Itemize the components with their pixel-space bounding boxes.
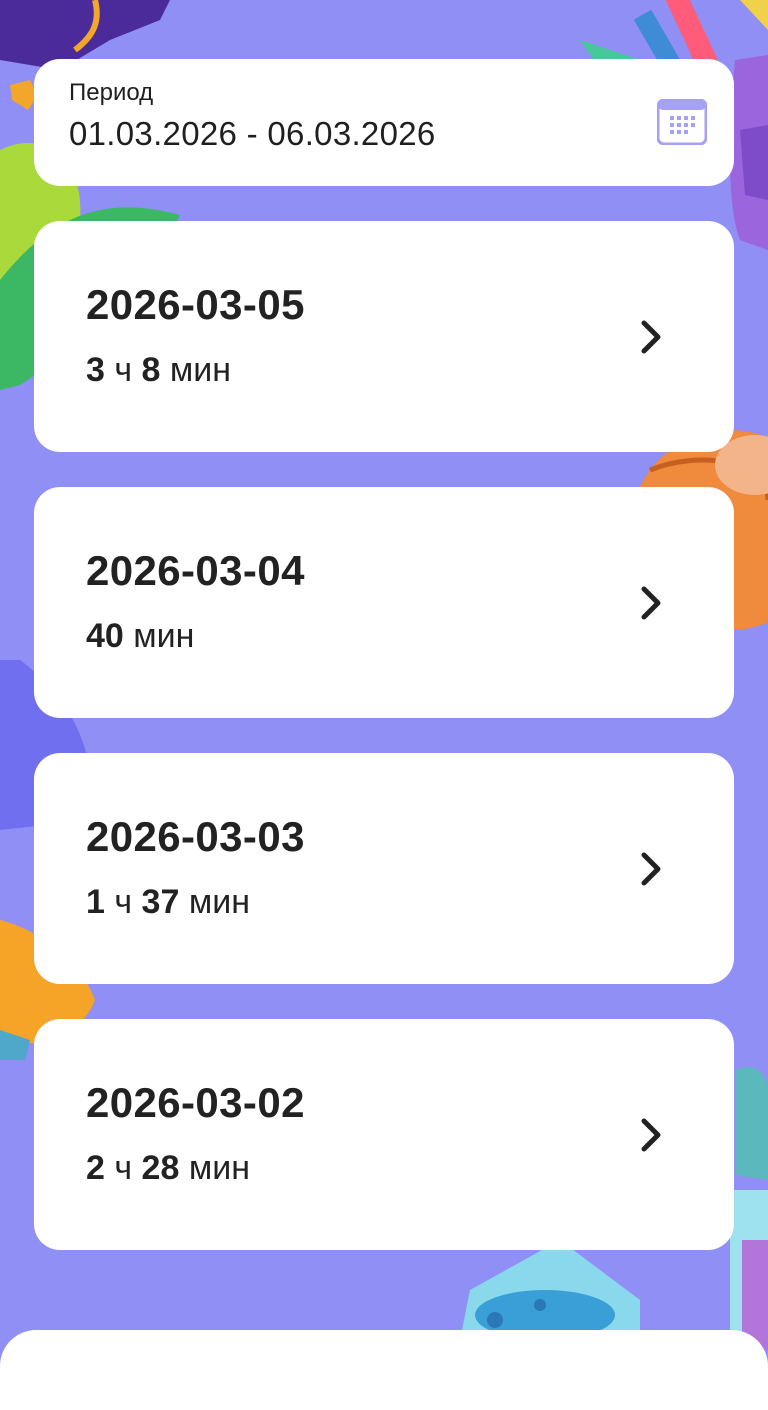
day-card[interactable]: 2026-03-04 40 мин: [34, 487, 734, 718]
duration-minutes-unit: мин: [188, 883, 250, 921]
duration-hours: 2: [86, 1149, 105, 1187]
duration-hours: 1: [86, 883, 105, 921]
day-date: 2026-03-05: [86, 281, 305, 328]
duration-minutes: 37: [141, 883, 180, 921]
day-date: 2026-03-03: [86, 813, 305, 860]
duration-hours: 3: [86, 351, 105, 389]
duration-hours-unit: ч: [114, 1149, 133, 1187]
period-label: Период: [69, 79, 154, 106]
bottom-card: [0, 1330, 768, 1410]
chevron-right-icon: [641, 320, 661, 354]
day-duration: 3 ч 8 мин: [86, 351, 231, 390]
calendar-icon[interactable]: [657, 99, 707, 145]
day-card[interactable]: 2026-03-05 3 ч 8 мин: [34, 221, 734, 452]
period-value: 01.03.2026 - 06.03.2026: [69, 115, 436, 152]
day-card[interactable]: 2026-03-03 1 ч 37 мин: [34, 753, 734, 984]
day-duration: 40 мин: [86, 617, 194, 656]
duration-minutes-unit: мин: [188, 1149, 250, 1187]
duration-minutes: 40: [86, 617, 124, 655]
day-date: 2026-03-04: [86, 547, 305, 594]
duration-hours-unit: ч: [114, 883, 133, 921]
day-duration: 2 ч 28 мин: [86, 1149, 250, 1188]
day-date: 2026-03-02: [86, 1079, 305, 1126]
period-selector[interactable]: Период 01.03.2026 - 06.03.2026: [34, 59, 734, 186]
duration-minutes-unit: мин: [169, 351, 232, 389]
chevron-right-icon: [641, 852, 661, 886]
chevron-right-icon: [641, 1118, 661, 1152]
duration-minutes: 28: [141, 1149, 180, 1187]
duration-minutes: 8: [141, 351, 161, 389]
duration-hours-unit: ч: [114, 351, 133, 389]
day-duration: 1 ч 37 мин: [86, 883, 250, 922]
duration-minutes-unit: мин: [133, 617, 195, 655]
chevron-right-icon: [641, 586, 661, 620]
day-card[interactable]: 2026-03-02 2 ч 28 мин: [34, 1019, 734, 1250]
